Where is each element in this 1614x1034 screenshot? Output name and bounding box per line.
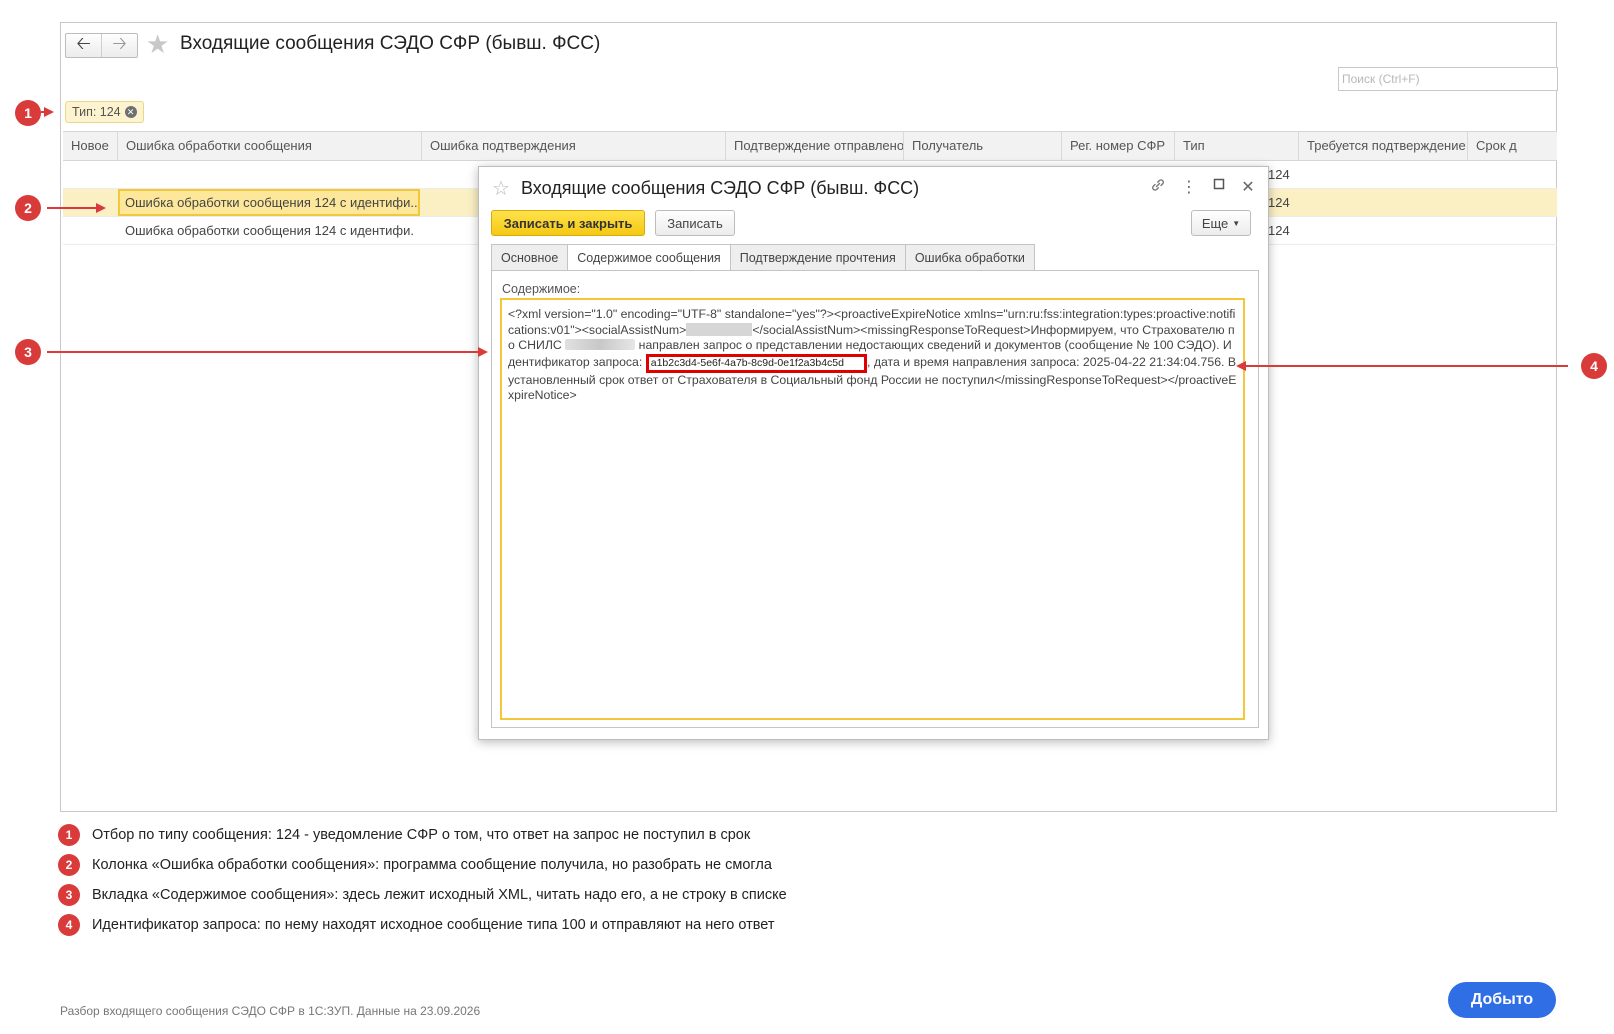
- tab-panel: Содержимое: <?xml version="1.0" encoding…: [491, 270, 1259, 728]
- link-icon[interactable]: [1147, 177, 1169, 198]
- column-header-confirmation-sent[interactable]: Подтверждение отправлено: [725, 132, 903, 160]
- column-header-recipient[interactable]: Получатель: [903, 132, 1061, 160]
- tab-processing-error[interactable]: Ошибка обработки: [905, 244, 1035, 271]
- cta-button[interactable]: Добыто: [1448, 982, 1556, 1018]
- page-title: Входящие сообщения СЭДО СФР (бывш. ФСС): [180, 33, 601, 54]
- legend-item: 3 Вкладка «Содержимое сообщения»: здесь …: [58, 880, 787, 910]
- forward-arrow-icon[interactable]: 🡢: [101, 33, 137, 57]
- maximize-icon[interactable]: [1208, 177, 1230, 195]
- redacted-value: [686, 322, 753, 336]
- legend-text: Отбор по типу сообщения: 124 - уведомлен…: [92, 827, 751, 843]
- annotation-badge-2: 2: [15, 195, 41, 221]
- footer-caption: Разбор входящего сообщения СЭДО СФР в 1С…: [60, 1004, 481, 1018]
- nav-buttons: 🡠 🡢: [65, 33, 138, 58]
- annotation-badge-4: 4: [1581, 353, 1607, 379]
- legend-badge: 4: [58, 914, 80, 936]
- search-input[interactable]: Поиск (Ctrl+F): [1338, 67, 1558, 91]
- annotation-badge-3: 3: [15, 339, 41, 365]
- processing-error-cell: [125, 161, 415, 188]
- filter-chip-label: Тип: 124: [72, 105, 121, 119]
- column-header-confirmation-error[interactable]: Ошибка подтверждения: [421, 132, 725, 160]
- more-vertical-icon[interactable]: ⋮: [1178, 177, 1200, 197]
- legend-text: Вкладка «Содержимое сообщения»: здесь ле…: [92, 887, 787, 903]
- legend-badge: 2: [58, 854, 80, 876]
- column-header-deadline[interactable]: Срок д: [1467, 132, 1557, 160]
- filter-chip[interactable]: Тип: 124 ✕: [65, 101, 144, 123]
- column-header-processing-error[interactable]: Ошибка обработки сообщения: [117, 132, 421, 160]
- content-textarea[interactable]: <?xml version="1.0" encoding="UTF-8" sta…: [500, 298, 1245, 720]
- annotation-legend: 1 Отбор по типу сообщения: 124 - уведомл…: [58, 820, 787, 940]
- type-cell: 124: [1268, 195, 1290, 210]
- legend-item: 4 Идентификатор запроса: по нему находят…: [58, 910, 787, 940]
- legend-item: 1 Отбор по типу сообщения: 124 - уведомл…: [58, 820, 787, 850]
- dialog-title: Входящие сообщения СЭДО СФР (бывш. ФСС): [521, 178, 920, 198]
- save-and-close-button[interactable]: Записать и закрыть: [491, 210, 645, 236]
- annotation-badge-1: 1: [15, 100, 41, 126]
- back-arrow-icon[interactable]: 🡠: [66, 33, 101, 57]
- close-icon[interactable]: ✕: [1237, 177, 1259, 197]
- legend-text: Колонка «Ошибка обработки сообщения»: пр…: [92, 857, 772, 873]
- legend-badge: 1: [58, 824, 80, 846]
- table-header: Новое Ошибка обработки сообщения Ошибка …: [63, 131, 1557, 161]
- content-label: Содержимое:: [502, 282, 581, 296]
- more-button-label: Еще: [1201, 215, 1229, 231]
- legend-text: Идентификатор запроса: по нему находят и…: [92, 917, 775, 933]
- chevron-down-icon: ▼: [1232, 218, 1241, 228]
- tab-message-content[interactable]: Содержимое сообщения: [568, 244, 731, 271]
- type-cell: 124: [1268, 223, 1290, 238]
- clear-filter-icon[interactable]: ✕: [124, 106, 137, 118]
- save-button[interactable]: Записать: [655, 210, 735, 236]
- processing-error-cell: Ошибка обработки сообщения 124 с идентиф…: [118, 189, 420, 216]
- request-id-highlight: a1b2c3d4-5e6f-4a7b-8c9d-0e1f2a3b4c5d: [645, 353, 867, 373]
- processing-error-cell: Ошибка обработки сообщения 124 с идентиф…: [125, 223, 415, 238]
- more-button[interactable]: Еще ▼: [1191, 210, 1251, 236]
- favorite-star-icon[interactable]: ☆: [492, 176, 510, 201]
- column-header-new[interactable]: Новое: [63, 132, 117, 160]
- dialog-tabs: Основное Содержимое сообщения Подтвержде…: [491, 244, 1035, 271]
- legend-badge: 3: [58, 884, 80, 906]
- favorite-star-icon[interactable]: ★: [146, 29, 169, 60]
- type-cell: 124: [1268, 167, 1290, 182]
- message-dialog: ☆ Входящие сообщения СЭДО СФР (бывш. ФСС…: [478, 166, 1269, 740]
- column-header-confirmation-required[interactable]: Требуется подтверждение: [1298, 132, 1467, 160]
- legend-item: 2 Колонка «Ошибка обработки сообщения»: …: [58, 850, 787, 880]
- column-header-type[interactable]: Тип: [1174, 132, 1298, 160]
- blurred-snils: [565, 339, 636, 350]
- tab-read-confirmation[interactable]: Подтверждение прочтения: [730, 244, 906, 271]
- tab-main[interactable]: Основное: [491, 244, 569, 271]
- column-header-reg-number[interactable]: Рег. номер СФР: [1061, 132, 1174, 160]
